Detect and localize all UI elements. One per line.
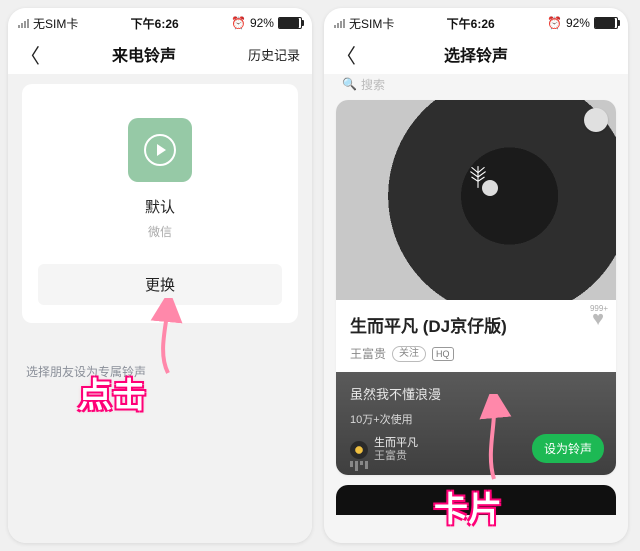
page-title: 来电铃声 xyxy=(40,42,248,66)
battery-pct: 92% xyxy=(566,16,590,30)
set-ringtone-button[interactable]: 设为铃声 xyxy=(532,434,604,463)
now-playing-artist: 王富贵 xyxy=(374,450,418,463)
battery-icon xyxy=(278,17,302,29)
song-title: 生而平凡 (DJ京仔版) xyxy=(350,312,602,337)
equalizer-icon xyxy=(350,461,368,471)
status-bar: 无SIM卡 下午6:26 ⏰ 92% xyxy=(8,8,312,34)
music-card[interactable]: 生而平凡 (DJ京仔版) 王富贵 关注 HQ ♥ 999+ 虽然我不懂浪漫 10… xyxy=(336,100,616,475)
status-time: 下午6:26 xyxy=(447,15,495,32)
lyric-line: 虽然我不懂浪漫 xyxy=(350,384,602,403)
search-input[interactable]: 🔍 搜索 xyxy=(336,76,616,92)
ringtone-card: 默认 微信 更换 xyxy=(22,84,298,323)
nav-bar: 〈 来电铃声 历史记录 xyxy=(8,34,312,74)
use-count: 10万+次使用 xyxy=(350,411,602,427)
next-card-peek[interactable] xyxy=(336,485,616,515)
signal-icon xyxy=(18,18,29,28)
artist-name[interactable]: 王富贵 xyxy=(350,345,386,362)
cover-art-icon xyxy=(465,164,491,190)
friend-tip[interactable]: 选择朋友设为专属铃声 xyxy=(22,363,298,380)
status-bar: 无SIM卡 下午6:26 ⏰ 92% xyxy=(324,8,628,34)
now-playing-title: 生而平凡 xyxy=(374,437,418,450)
change-button[interactable]: 更换 xyxy=(38,264,282,305)
follow-button[interactable]: 关注 xyxy=(392,346,426,362)
ringtone-name: 默认 xyxy=(38,196,282,217)
alarm-icon: ⏰ xyxy=(231,16,246,30)
page-title: 选择铃声 xyxy=(356,42,596,66)
like-count: 999+ xyxy=(590,304,608,313)
card-footer: 虽然我不懂浪漫 10万+次使用 生而平凡 王富贵 设为铃声 xyxy=(336,372,616,475)
history-link[interactable]: 历史记录 xyxy=(248,45,300,64)
back-icon[interactable]: 〈 xyxy=(20,40,40,69)
battery-pct: 92% xyxy=(250,16,274,30)
search-icon: 🔍 xyxy=(342,77,357,91)
hq-badge: HQ xyxy=(432,347,454,361)
status-time: 下午6:26 xyxy=(131,15,179,32)
disc-icon xyxy=(350,441,368,459)
alarm-icon: ⏰ xyxy=(547,16,562,30)
play-icon[interactable] xyxy=(128,118,192,182)
phone-right: 无SIM卡 下午6:26 ⏰ 92% 〈 选择铃声 🔍 搜索 xyxy=(324,8,628,543)
carrier-label: 无SIM卡 xyxy=(349,15,394,32)
back-icon[interactable]: 〈 xyxy=(336,40,356,69)
battery-icon xyxy=(594,17,618,29)
tonearm-icon xyxy=(584,108,608,132)
phone-left: 无SIM卡 下午6:26 ⏰ 92% 〈 来电铃声 历史记录 默认 微信 更换 xyxy=(8,8,312,543)
album-cover xyxy=(336,100,616,300)
nav-bar: 〈 选择铃声 xyxy=(324,34,628,74)
signal-icon xyxy=(334,18,345,28)
search-placeholder: 搜索 xyxy=(361,76,385,93)
ringtone-source: 微信 xyxy=(38,223,282,240)
carrier-label: 无SIM卡 xyxy=(33,15,78,32)
